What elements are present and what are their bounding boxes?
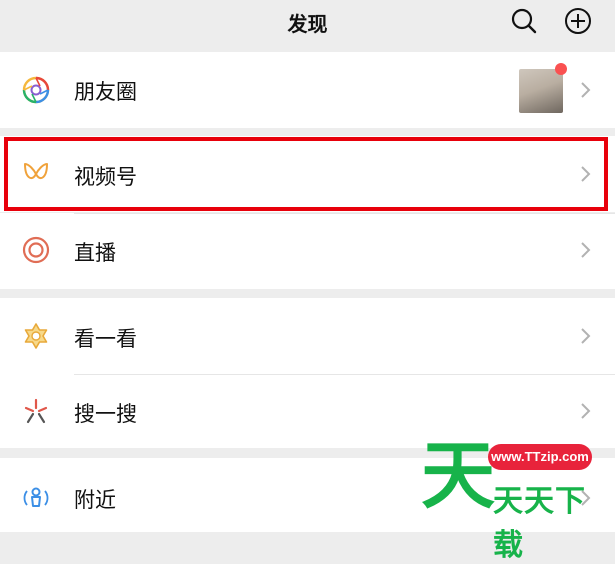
menu-item-moments[interactable]: 朋友圈 — [0, 52, 615, 128]
menu-item-label: 看一看 — [74, 327, 137, 351]
menu-item-label: 附近 — [74, 488, 116, 512]
plus-circle-icon[interactable] — [563, 6, 593, 36]
menu-item-search[interactable]: 搜一搜 — [0, 374, 615, 448]
divider — [74, 213, 615, 214]
moments-aperture-icon — [22, 76, 50, 104]
watermark-url-badge: www.TTzip.com — [488, 444, 592, 470]
menu-item-label: 直播 — [74, 241, 116, 265]
search-sparkle-icon — [24, 398, 48, 424]
watermark-text: 天天下载 — [493, 484, 586, 563]
watermark-url: www.TTzip.com — [491, 449, 589, 464]
svg-text:天: 天 — [421, 435, 495, 511]
menu-item-label: 朋友圈 — [74, 80, 137, 104]
chevron-right-icon — [581, 328, 591, 344]
top-bar: 发现 — [0, 0, 615, 50]
menu-item-live[interactable]: 直播 — [0, 213, 615, 289]
highlight-box — [4, 137, 608, 211]
watermark-logo: 天 — [421, 435, 495, 511]
chevron-right-icon — [581, 82, 591, 98]
chevron-right-icon — [581, 242, 591, 258]
moments-thumbnail — [519, 69, 563, 113]
nearby-person-icon — [23, 487, 49, 507]
chevron-right-icon — [581, 403, 591, 419]
unread-badge — [555, 63, 567, 75]
top-stories-star-icon — [24, 323, 48, 349]
live-rings-icon — [22, 236, 50, 264]
search-icon[interactable] — [509, 6, 539, 36]
menu-item-label: 搜一搜 — [74, 402, 137, 426]
divider — [74, 374, 615, 375]
menu-item-top-stories[interactable]: 看一看 — [0, 298, 615, 374]
